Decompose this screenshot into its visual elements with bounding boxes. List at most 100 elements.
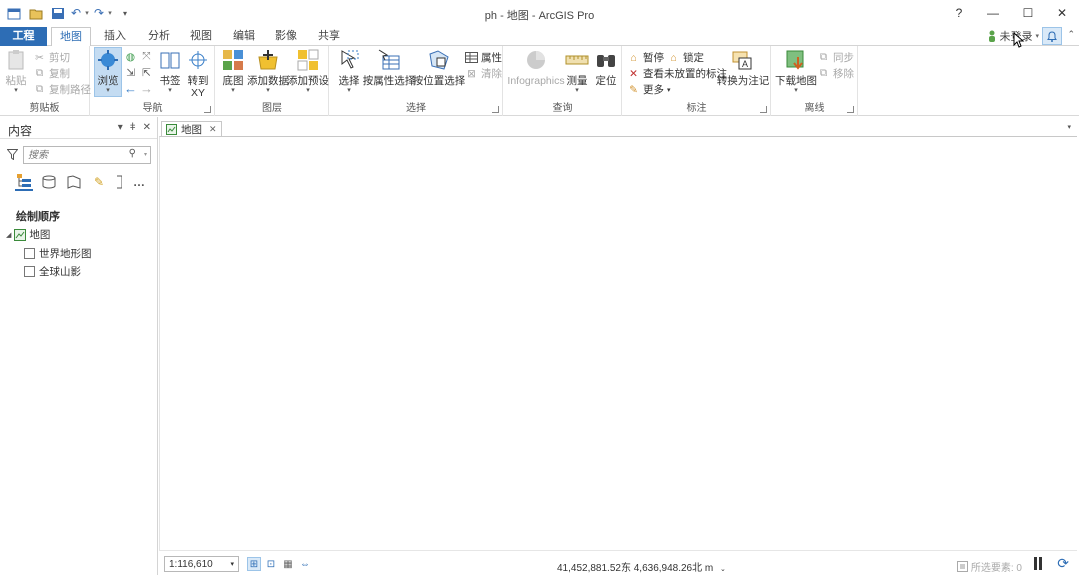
selected-features-label: 所选要素: 0 [970,563,1022,574]
list-by-data-source-icon[interactable] [40,173,58,191]
pane-options-dropdown-icon[interactable]: ▾ [118,122,123,133]
pause-label: 暂停 [643,52,664,64]
explore-button[interactable]: 浏览 ▾ [94,47,122,97]
navigate-launcher-icon[interactable] [204,106,211,113]
lock-labels-button[interactable]: ⌂ 锁定 [667,50,704,65]
tab-imagery[interactable]: 影像 [267,27,305,46]
list-by-drawing-order-icon[interactable] [15,173,33,191]
tab-insert[interactable]: 插入 [96,27,134,46]
view-unplaced-button[interactable]: ✕ 查看未放置的标注 [627,66,727,81]
pane-pin-icon[interactable]: ǂ [130,122,136,133]
search-dropdown-icon[interactable]: ▾ [144,151,147,158]
previous-extent-button[interactable]: ← [124,81,137,96]
help-button[interactable]: ? [944,3,974,23]
download-map-button[interactable]: 下载地图 ▾ [775,48,817,95]
list-by-editing-icon[interactable]: ✎ [90,173,108,191]
next-extent-button[interactable]: → [140,81,153,96]
sync-button[interactable]: ⧉ 同步 [817,50,854,65]
fixed-scale-icon[interactable]: ⊞ [247,557,261,571]
attributes-button[interactable]: 属性 [465,50,502,65]
measure-button[interactable]: 测量 ▾ [564,48,590,95]
map-canvas[interactable] [159,136,1077,550]
more-label: 更多 [643,84,664,96]
select-button[interactable]: 选择 ▾ [336,48,362,95]
globe-icon: ◍ [125,50,136,63]
rotation-icon[interactable]: ⇔ [298,557,312,571]
maximize-button[interactable]: ☐ [1013,3,1043,23]
tab-map[interactable]: 地图 [51,27,91,47]
convert-to-annotation-button[interactable]: A 转换为注记 [717,48,769,87]
selected-features-count[interactable]: 所选要素: 0 [956,559,1022,574]
copy-path-label: 复制路径 [49,84,91,96]
tab-edit[interactable]: 编辑 [225,27,263,46]
coordinate-value: 41,452,881.52东 4,636,948.26北 m [557,563,714,574]
notifications-bell-icon[interactable] [1042,27,1062,45]
tab-view[interactable]: 视图 [182,27,220,46]
locate-button[interactable]: 定位 [593,48,619,87]
select-by-location-button[interactable]: 按位置选择 [413,48,465,87]
contents-pane-title: 内容 [8,124,33,138]
offline-launcher-icon[interactable] [847,106,854,113]
bookmarks-button[interactable]: 书签 ▾ [158,48,182,95]
labeling-launcher-icon[interactable] [760,106,767,113]
view-unplaced-icon: ✕ [629,67,638,80]
table-grid-icon[interactable]: ▦ [281,557,295,571]
coordinate-readout[interactable]: 41,452,881.52东 4,636,948.26北 m ⌄ [557,559,726,574]
map-view: 地图 ✕ ▾ 1:116,610 ▾ ⊞ ⊡ ▦ ⇔ 41,452,881.52… [159,117,1079,575]
copy-path-button[interactable]: ⧉ 复制路径 [33,82,91,97]
add-preset-button[interactable]: 添加预设 ▾ [287,48,329,95]
collapse-ribbon-icon[interactable]: ⌃ [1067,29,1075,40]
collapse-tree-icon[interactable]: ◢ [6,231,11,239]
contents-search-box[interactable]: ⚲ ▾ [23,146,151,164]
tab-share[interactable]: 共享 [310,27,348,46]
fixed-zoom-out-button[interactable]: ⇱ [140,65,153,80]
view-list-dropdown-icon[interactable]: ▾ [1067,123,1071,131]
map-scale-selector[interactable]: 1:116,610 ▾ [164,556,239,572]
basemap-button[interactable]: 底图 ▾ [220,48,246,95]
select-by-location-icon [426,48,452,72]
clear-selection-button[interactable]: ⊠ 清除 [465,66,502,81]
layer-item-world-hillshade[interactable]: 全球山影 [24,264,81,279]
grid-snapping-icon[interactable]: ⊡ [264,557,278,571]
search-icon[interactable]: ⚲ [129,148,136,159]
minimize-button[interactable]: — [978,3,1008,23]
list-by-selection-icon[interactable] [65,173,83,191]
sign-in-dropdown-icon: ▾ [1035,33,1039,40]
download-map-icon [783,48,809,72]
add-data-button[interactable]: 添加数据 ▾ [247,48,289,95]
group-selection: 选择 ▾ 按属性选择 按位置选择 属性 ⊠ 清除 选择 [330,46,503,116]
fixed-zoom-in-button[interactable]: ⇲ [124,65,137,80]
tab-project[interactable]: 工程 [0,27,47,46]
close-button[interactable]: ✕ [1047,3,1077,23]
more-views-icon[interactable]: … [130,173,148,191]
paste-button[interactable]: 粘贴 ▾ [4,48,28,95]
group-labeling: ⌂ 暂停 ⌂ 锁定 ✕ 查看未放置的标注 ✎ 更多 ▾ A 转换为注记 标注 [623,46,771,116]
title-bar: ↶ ▾ ↷ ▾ ▾ ph - 地图 - ArcGIS Pro ? — ☐ ✕ [0,0,1079,27]
fixed-zoom-button[interactable]: ⤧ [140,49,153,64]
full-extent-button[interactable]: ◍ [124,49,137,64]
refresh-icon[interactable]: ⟳ [1057,555,1069,572]
filter-funnel-icon[interactable] [6,149,19,163]
layer-visibility-checkbox[interactable] [24,266,35,277]
selection-launcher-icon[interactable] [492,106,499,113]
goto-xy-button[interactable]: 转到 XY [185,48,211,99]
more-labeling-button[interactable]: ✎ 更多 ▾ [627,82,670,97]
select-by-attributes-icon [376,48,402,72]
ribbon: 粘贴 ▾ ✂ 剪切 ⧉ 复制 ⧉ 复制路径 剪贴板 浏览 ▾ ◍ ⤧ ⇲ ⇱ ←… [0,46,1079,116]
tab-analysis[interactable]: 分析 [140,27,178,46]
pane-close-icon[interactable]: ✕ [143,122,151,133]
pause-labeling-button[interactable]: ⌂ 暂停 [627,50,664,65]
layer-item-world-topographic[interactable]: 世界地形图 [24,246,92,261]
map-node[interactable]: ◢ 地图 [6,227,50,242]
cut-button[interactable]: ✂ 剪切 [33,50,70,65]
infographics-button[interactable]: Infographics [507,48,565,87]
remove-offline-button[interactable]: ⧉ 移除 [817,66,854,81]
list-by-labeling-icon[interactable] [115,173,123,191]
contents-search-input[interactable] [24,147,120,163]
copy-button[interactable]: ⧉ 复制 [33,66,70,81]
map-view-tab[interactable]: 地图 ✕ [161,121,222,136]
layer-visibility-checkbox[interactable] [24,248,35,259]
select-by-attributes-button[interactable]: 按属性选择 [363,48,415,87]
pause-drawing-icon[interactable] [1034,557,1045,570]
close-tab-icon[interactable]: ✕ [209,124,217,135]
